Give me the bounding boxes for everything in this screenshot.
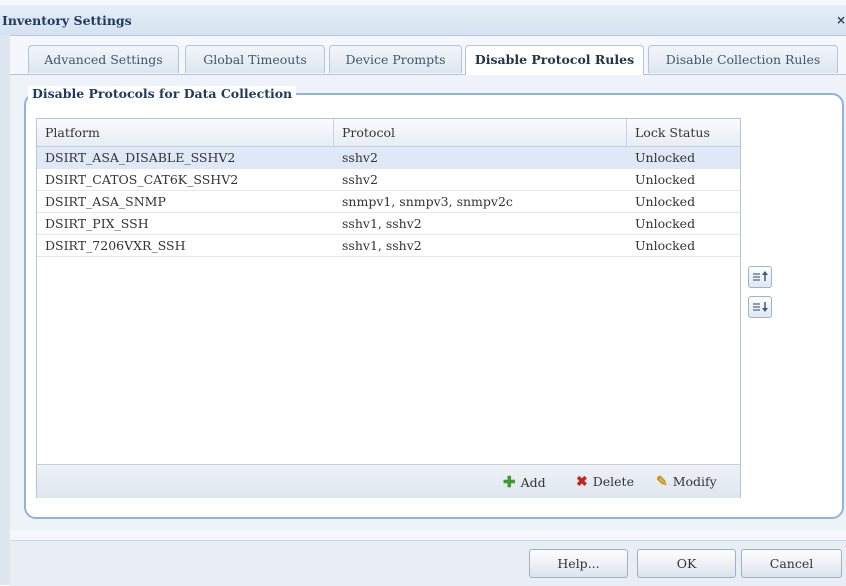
column-header-lock-status[interactable]: Lock Status (627, 119, 740, 146)
table-row[interactable]: DSIRT_ASA_DISABLE_SSHV2 sshv2 Unlocked (37, 147, 740, 169)
modify-button-label: Modify (672, 474, 717, 489)
tab-device-prompts[interactable]: Device Prompts (329, 45, 462, 73)
move-down-icon (753, 302, 768, 312)
close-icon[interactable]: × (836, 13, 846, 27)
cell-protocol: sshv1, sshv2 (342, 238, 422, 253)
left-edge (0, 35, 10, 585)
cell-protocol: sshv2 (342, 172, 378, 187)
move-up-button[interactable] (748, 266, 772, 288)
cell-lock-status: Unlocked (635, 194, 696, 209)
add-button-label: Add (520, 475, 546, 490)
table-row[interactable]: DSIRT_PIX_SSH sshv1, sshv2 Unlocked (37, 213, 740, 235)
cell-lock-status: Unlocked (635, 172, 696, 187)
column-header-platform[interactable]: Platform (37, 119, 333, 146)
cell-platform: DSIRT_PIX_SSH (45, 216, 149, 231)
groupbox-legend: Disable Protocols for Data Collection (28, 86, 297, 101)
table-header: Platform Protocol Lock Status (37, 119, 740, 147)
help-button[interactable]: Help... (529, 549, 628, 578)
cell-protocol: sshv1, sshv2 (342, 216, 422, 231)
cell-platform: DSIRT_CATOS_CAT6K_SSHV2 (45, 172, 239, 187)
table-row[interactable]: DSIRT_ASA_SNMP snmpv1, snmpv3, snmpv2c U… (37, 191, 740, 213)
tab-global-timeouts[interactable]: Global Timeouts (185, 45, 325, 73)
tab-advanced-settings[interactable]: Advanced Settings (28, 45, 179, 73)
cell-platform: DSIRT_ASA_DISABLE_SSHV2 (45, 150, 236, 165)
move-down-button[interactable] (748, 296, 772, 318)
dialog-title: Inventory Settings (2, 13, 132, 28)
move-up-icon (753, 271, 768, 281)
cell-protocol: snmpv1, snmpv3, snmpv2c (342, 194, 513, 209)
tab-strip-line (10, 74, 846, 75)
delete-button-label: Delete (592, 474, 634, 489)
table-row[interactable]: DSIRT_CATOS_CAT6K_SSHV2 sshv2 Unlocked (37, 169, 740, 191)
tab-disable-collection-rules[interactable]: Disable Collection Rules (648, 45, 838, 73)
cell-platform: DSIRT_7206VXR_SSH (45, 238, 186, 253)
cell-lock-status: Unlocked (635, 216, 696, 231)
inventory-settings-dialog: Inventory Settings × Advanced Settings G… (0, 0, 846, 586)
cell-protocol: sshv2 (342, 150, 378, 165)
ok-button[interactable]: OK (637, 549, 736, 578)
table-toolbar: ✚ Add ✖ Delete ✎ Modify (37, 464, 740, 498)
cell-lock-status: Unlocked (635, 238, 696, 253)
cancel-button[interactable]: Cancel (741, 549, 842, 578)
modify-button[interactable]: ✎ Modify (656, 473, 717, 491)
column-header-protocol[interactable]: Protocol (334, 119, 626, 146)
plus-icon: ✚ (503, 473, 516, 491)
tab-disable-protocol-rules[interactable]: Disable Protocol Rules (465, 45, 644, 75)
protocol-rules-table: Platform Protocol Lock Status DSIRT_ASA_… (36, 118, 741, 498)
x-icon: ✖ (576, 474, 588, 490)
cell-lock-status: Unlocked (635, 150, 696, 165)
title-bar: Inventory Settings × (0, 5, 846, 36)
cell-platform: DSIRT_ASA_SNMP (45, 194, 166, 209)
pencil-icon: ✎ (656, 474, 668, 490)
table-row[interactable]: DSIRT_7206VXR_SSH sshv1, sshv2 Unlocked (37, 235, 740, 257)
add-button[interactable]: ✚ Add (503, 473, 546, 491)
delete-button[interactable]: ✖ Delete (576, 473, 634, 491)
